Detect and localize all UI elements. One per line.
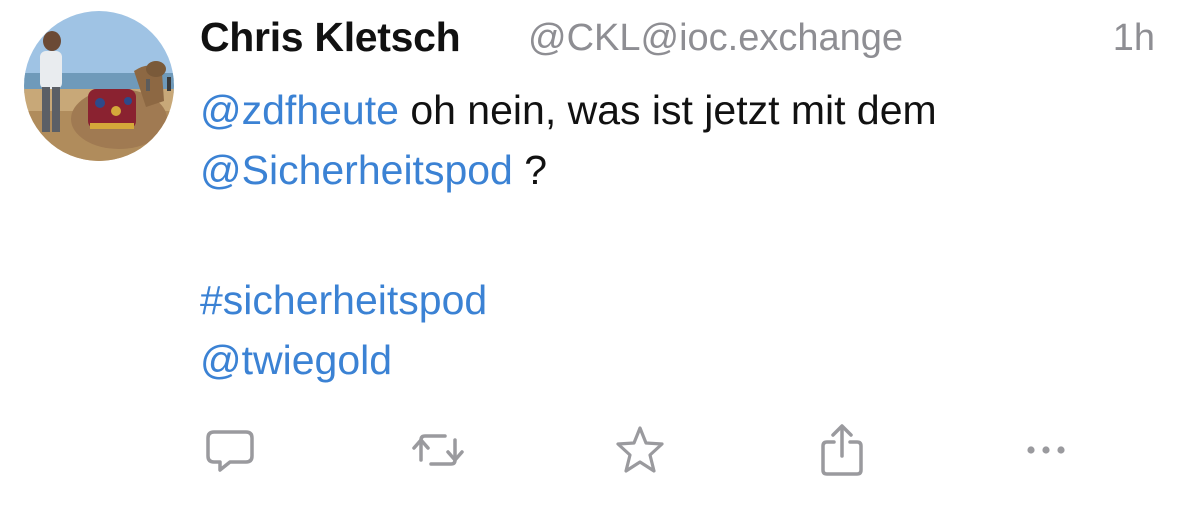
favorite-button[interactable] <box>610 420 670 480</box>
avatar[interactable] <box>24 11 174 161</box>
favorite-icon <box>616 426 664 473</box>
post-line-2: @Sicherheitspod ? <box>200 140 1160 200</box>
reply-icon <box>206 430 254 472</box>
share-button[interactable] <box>812 420 872 480</box>
post-header: Chris Kletsch @CKL@ioc.exchange 1h <box>200 14 1159 64</box>
mention-link[interactable]: @zdfheute <box>200 87 399 133</box>
post-timestamp[interactable]: 1h <box>1113 17 1155 60</box>
mention-link[interactable]: @Sicherheitspod <box>200 147 513 193</box>
display-name[interactable]: Chris Kletsch <box>200 14 461 61</box>
post-line-hashtag: #sicherheitspod <box>200 270 1160 330</box>
boost-button[interactable] <box>408 420 468 480</box>
mention-link[interactable]: @twiegold <box>200 337 392 383</box>
reply-button[interactable] <box>200 420 260 480</box>
post-line-1: @zdfheute oh nein, was ist jetzt mit dem <box>200 80 1160 140</box>
post-text: ? <box>512 147 548 193</box>
boost-icon <box>412 434 464 466</box>
share-icon <box>821 424 863 476</box>
avatar-photo-camel-beach-icon <box>24 11 174 161</box>
more-icon <box>1027 446 1065 454</box>
hashtag-link[interactable]: #sicherheitspod <box>200 277 487 323</box>
user-handle[interactable]: @CKL@ioc.exchange <box>528 17 903 60</box>
post-content: @zdfheute oh nein, was ist jetzt mit dem… <box>200 80 1160 390</box>
post-line-mention: @twiegold <box>200 330 1160 390</box>
post-text: oh nein, was ist jetzt mit dem <box>398 87 937 133</box>
action-bar <box>200 420 1080 480</box>
more-button[interactable] <box>1016 420 1076 480</box>
